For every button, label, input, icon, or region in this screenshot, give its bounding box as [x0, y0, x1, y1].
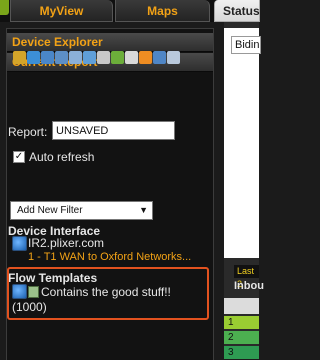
chevron-down-icon: ▼ — [139, 205, 148, 215]
auto-refresh-label: Auto refresh — [29, 150, 95, 164]
pencil-icon[interactable] — [13, 51, 26, 64]
email-icon[interactable] — [125, 51, 138, 64]
table-row[interactable]: 1 — [224, 316, 259, 329]
app-corner-icon — [0, 0, 9, 15]
tab-status[interactable]: Status — [214, 0, 260, 22]
flow-templates-highlight — [7, 267, 209, 320]
report-toolbar — [13, 49, 180, 67]
refresh-icon[interactable] — [111, 51, 124, 64]
rss-icon[interactable] — [139, 51, 152, 64]
top-tab-bar: MyView Maps Status — [0, 0, 260, 22]
time-range-badge: Last 2 — [234, 265, 259, 289]
right-content-area — [224, 28, 259, 258]
table-row[interactable]: 2 — [224, 331, 259, 344]
filter-select-value: Add New Filter — [17, 205, 83, 216]
device-interface-link[interactable]: 1 - T1 WAN to Oxford Networks... — [28, 251, 191, 263]
link-icon[interactable] — [27, 51, 40, 64]
tab-maps[interactable]: Maps — [115, 0, 210, 22]
print-icon[interactable] — [97, 51, 110, 64]
copy-icon[interactable] — [167, 51, 180, 64]
report-label: Report: — [8, 125, 48, 139]
add-filter-select[interactable]: Add New Filter ▼ — [10, 201, 153, 220]
save-as-icon[interactable] — [55, 51, 68, 64]
report-name-input[interactable] — [52, 121, 175, 140]
table-row[interactable]: 3 — [224, 346, 259, 359]
tab-myview[interactable]: MyView — [10, 0, 113, 22]
device-host-link[interactable]: IR2.plixer.com — [28, 236, 104, 250]
export-icon[interactable] — [153, 51, 166, 64]
calendar-icon[interactable] — [69, 51, 82, 64]
right-search-input[interactable]: Bidin — [231, 36, 261, 54]
network-icon[interactable] — [83, 51, 96, 64]
inbound-heading: Inbou — [234, 280, 264, 292]
save-icon[interactable] — [41, 51, 54, 64]
auto-refresh-checkbox[interactable]: ✓ — [13, 151, 25, 163]
globe-icon — [12, 236, 27, 251]
table-header-row — [224, 298, 259, 314]
